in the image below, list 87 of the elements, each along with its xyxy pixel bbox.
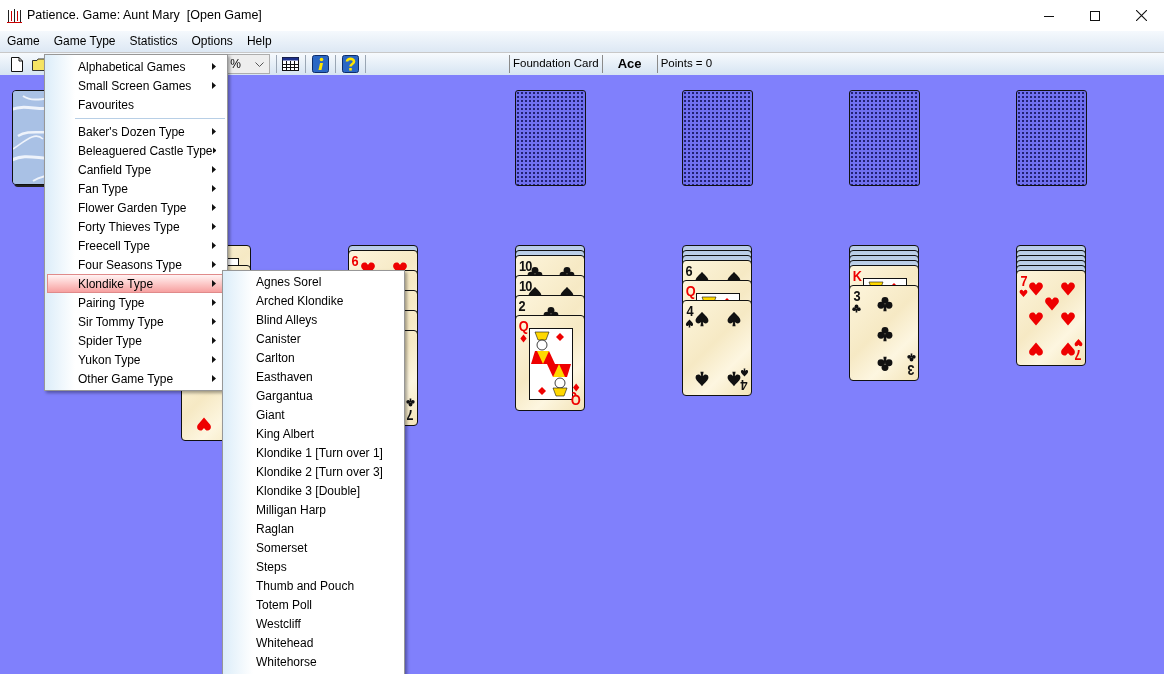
menu-item[interactable]: Beleaguered Castle Type bbox=[47, 141, 225, 160]
status-label: Foundation Card bbox=[512, 56, 600, 72]
menu-item[interactable]: Raglan bbox=[225, 519, 402, 538]
menu-item[interactable]: Giant bbox=[225, 405, 402, 424]
submenu-arrow-icon bbox=[212, 356, 216, 363]
submenu-arrow-icon bbox=[212, 375, 216, 382]
menu-item[interactable]: Easthaven bbox=[225, 367, 402, 386]
window-title: Patience. Game: Aunt Mary [Open Game] bbox=[27, 7, 262, 25]
submenu-arrow-icon bbox=[212, 280, 216, 287]
card-rank: 6 bbox=[685, 263, 692, 278]
card-rank: Q bbox=[518, 318, 528, 333]
menu-item[interactable]: Thumb and Pouch bbox=[225, 576, 402, 595]
menu-item[interactable]: Whitehorse bbox=[225, 652, 402, 671]
card-rank: 6 bbox=[351, 253, 358, 268]
menu-item[interactable]: Forty Thieves Type bbox=[47, 217, 225, 236]
submenu-arrow-icon bbox=[212, 261, 216, 268]
menu-item[interactable]: Agnes Sorel bbox=[225, 272, 402, 291]
menu-item[interactable]: Alphabetical Games bbox=[47, 57, 225, 76]
menu-item[interactable]: Spider Type bbox=[47, 331, 225, 350]
submenu-arrow-icon bbox=[212, 147, 216, 154]
menu-item[interactable]: Game Type bbox=[46, 31, 123, 52]
card-rank: 4 bbox=[741, 378, 748, 393]
card-rank: 10 bbox=[519, 278, 532, 293]
menu-item[interactable]: Klondike 3 [Double] bbox=[225, 481, 402, 500]
menu-item[interactable]: Other Game Type bbox=[47, 369, 225, 388]
submenu-arrow-icon bbox=[212, 299, 216, 306]
menu-item[interactable]: Game bbox=[0, 31, 47, 52]
new-document-icon[interactable] bbox=[11, 56, 23, 72]
maximize-icon bbox=[1090, 10, 1100, 21]
submenu-arrow-icon bbox=[212, 82, 216, 89]
submenu-arrow-icon bbox=[212, 318, 216, 325]
menu-item[interactable]: Totem Poll bbox=[225, 595, 402, 614]
menu-item[interactable]: Klondike Type bbox=[47, 274, 225, 293]
menu-item[interactable]: Pairing Type bbox=[47, 293, 225, 312]
menu-item[interactable]: Small Screen Games bbox=[47, 76, 225, 95]
card-rank: 7 bbox=[1020, 273, 1027, 288]
card-rank: K bbox=[852, 268, 862, 283]
menu-item[interactable]: Blind Alleys bbox=[225, 310, 402, 329]
menu-item[interactable]: Gargantua bbox=[225, 386, 402, 405]
menu-item[interactable]: Baker's Dozen Type bbox=[47, 122, 225, 141]
info-icon[interactable] bbox=[312, 55, 329, 73]
menu-item[interactable]: Canister bbox=[225, 329, 402, 348]
status-label: Points = 0 bbox=[659, 56, 714, 72]
menu-item[interactable]: Whitehead bbox=[225, 633, 402, 652]
card-rank: 10 bbox=[519, 258, 532, 273]
menu-item[interactable]: Fan Type bbox=[47, 179, 225, 198]
card-rank: 7 bbox=[407, 408, 414, 423]
menu-item[interactable]: Klondike 1 [Turn over 1] bbox=[225, 443, 402, 462]
status-value: Ace bbox=[616, 55, 643, 74]
menu-item[interactable]: Arched Klondike bbox=[225, 291, 402, 310]
submenu-arrow-icon bbox=[212, 337, 216, 344]
menu-item[interactable]: Yukon Type bbox=[47, 350, 225, 369]
menu-item[interactable]: Canfield Type bbox=[47, 160, 225, 179]
submenu-arrow-icon bbox=[212, 204, 216, 211]
menu-item[interactable]: Sir Tommy Type bbox=[47, 312, 225, 331]
close-icon bbox=[1135, 10, 1147, 21]
submenu-arrow-icon bbox=[212, 242, 216, 249]
menu-item[interactable]: Statistics bbox=[122, 31, 185, 52]
menu-item[interactable]: Westcliff bbox=[225, 614, 402, 633]
menu-item[interactable]: Four Seasons Type bbox=[47, 255, 225, 274]
menu-item[interactable]: King Albert bbox=[225, 424, 402, 443]
submenu-arrow-icon bbox=[212, 166, 216, 173]
menu-item[interactable]: Flower Garden Type bbox=[47, 198, 225, 217]
menu-item[interactable]: Milligan Harp bbox=[225, 500, 402, 519]
help-icon[interactable] bbox=[342, 55, 359, 73]
menu-item[interactable]: Somerset bbox=[225, 538, 402, 557]
caret-icon bbox=[255, 61, 264, 67]
menu-item[interactable]: Klondike 2 [Turn over 3] bbox=[225, 462, 402, 481]
menu-item[interactable]: Help bbox=[239, 31, 279, 52]
menu-item[interactable]: Options bbox=[184, 31, 240, 52]
card-rank: 7 bbox=[1075, 348, 1082, 363]
menu-item[interactable]: Carlton bbox=[225, 348, 402, 367]
submenu-arrow-icon bbox=[212, 63, 216, 70]
menu-item[interactable]: Favourites bbox=[47, 95, 225, 114]
menu-item[interactable]: Freecell Type bbox=[47, 236, 225, 255]
card-rank: 2 bbox=[518, 298, 525, 313]
submenu-arrow-icon bbox=[212, 128, 216, 135]
card-rank: 4 bbox=[686, 303, 693, 318]
card-rank: Q bbox=[685, 283, 695, 298]
submenu-arrow-icon bbox=[212, 185, 216, 192]
card-rank: 3 bbox=[853, 288, 860, 303]
app-icon bbox=[7, 8, 22, 23]
submenu-arrow-icon bbox=[212, 223, 216, 230]
table-grid-icon[interactable] bbox=[282, 57, 299, 71]
card-rank: 3 bbox=[908, 363, 915, 378]
menu-item[interactable]: Steps bbox=[225, 557, 402, 576]
card-rank: Q bbox=[572, 393, 582, 408]
